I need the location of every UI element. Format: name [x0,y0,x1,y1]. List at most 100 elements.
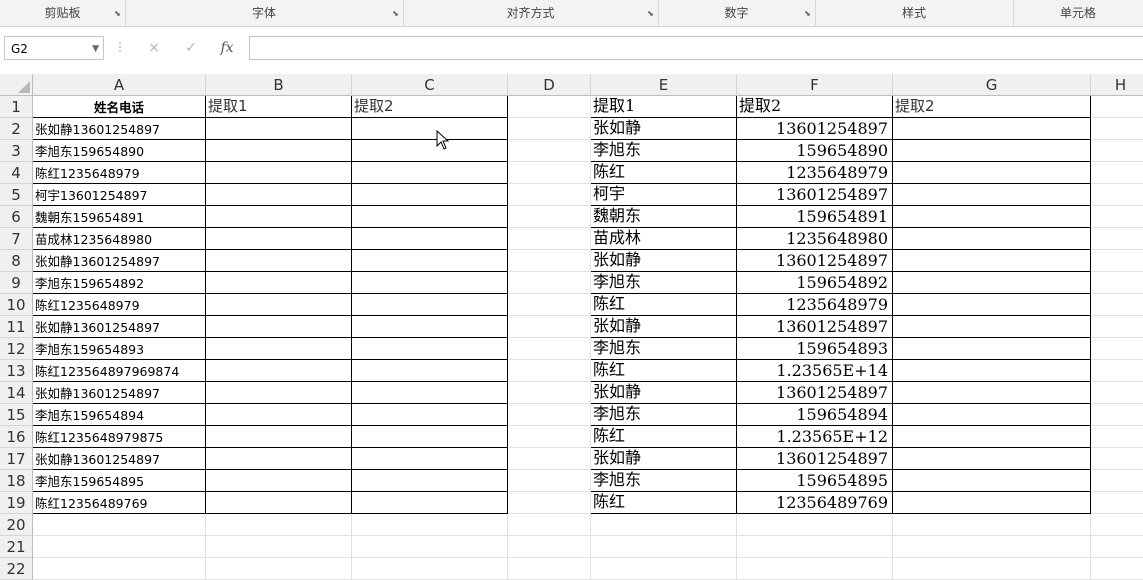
cell-e20[interactable] [591,514,737,536]
cell-c7[interactable] [352,228,508,250]
cell-a4[interactable]: 陈红1235648979 [33,162,206,184]
cell-b2[interactable] [206,118,352,140]
cell-f14[interactable]: 13601254897 [737,382,893,404]
cell-h6[interactable] [1091,206,1143,228]
cell-g18[interactable] [893,470,1091,492]
cell-d3[interactable] [508,140,591,162]
cell-c9[interactable] [352,272,508,294]
chevron-down-icon[interactable]: ▼ [92,37,99,61]
select-all-button[interactable] [0,74,33,96]
cell-b13[interactable] [206,360,352,382]
cell-c2[interactable] [352,118,508,140]
cell-h3[interactable] [1091,140,1143,162]
cell-c22[interactable] [352,558,508,580]
cell-d2[interactable] [508,118,591,140]
cell-b12[interactable] [206,338,352,360]
cell-a1[interactable]: 姓名电话 [33,96,206,118]
cell-a17[interactable]: 张如静13601254897 [33,448,206,470]
cell-d10[interactable] [508,294,591,316]
cell-b5[interactable] [206,184,352,206]
cell-h16[interactable] [1091,426,1143,448]
cell-d13[interactable] [508,360,591,382]
cell-c3[interactable] [352,140,508,162]
cell-d16[interactable] [508,426,591,448]
cell-c14[interactable] [352,382,508,404]
cell-c12[interactable] [352,338,508,360]
cell-f1[interactable]: 提取2 [737,96,893,118]
cell-g10[interactable] [893,294,1091,316]
cell-f20[interactable] [737,514,893,536]
cell-g12[interactable] [893,338,1091,360]
cell-g16[interactable] [893,426,1091,448]
cell-h11[interactable] [1091,316,1143,338]
row-header[interactable]: 19 [0,492,33,514]
dialog-launcher-icon[interactable]: ⬊ [391,9,400,18]
row-header[interactable]: 9 [0,272,33,294]
cell-c4[interactable] [352,162,508,184]
cell-b22[interactable] [206,558,352,580]
cell-b8[interactable] [206,250,352,272]
cell-f12[interactable]: 159654893 [737,338,893,360]
cancel-icon[interactable]: × [143,38,165,58]
cell-c8[interactable] [352,250,508,272]
cell-d17[interactable] [508,448,591,470]
cell-c15[interactable] [352,404,508,426]
cell-d22[interactable] [508,558,591,580]
cell-f6[interactable]: 159654891 [737,206,893,228]
cell-g4[interactable] [893,162,1091,184]
cell-h10[interactable] [1091,294,1143,316]
row-header[interactable]: 16 [0,426,33,448]
cell-h13[interactable] [1091,360,1143,382]
cell-b1[interactable]: 提取1 [206,96,352,118]
cell-f9[interactable]: 159654892 [737,272,893,294]
row-header[interactable]: 10 [0,294,33,316]
row-header[interactable]: 22 [0,558,33,580]
cell-a15[interactable]: 李旭东159654894 [33,404,206,426]
cell-g19[interactable] [893,492,1091,514]
cell-d8[interactable] [508,250,591,272]
cell-d21[interactable] [508,536,591,558]
cell-a13[interactable]: 陈红123564897969874 [33,360,206,382]
column-header-c[interactable]: C [352,74,508,96]
cell-b21[interactable] [206,536,352,558]
cell-h17[interactable] [1091,448,1143,470]
cell-g9[interactable] [893,272,1091,294]
cell-f21[interactable] [737,536,893,558]
row-header[interactable]: 2 [0,118,33,140]
cell-d14[interactable] [508,382,591,404]
row-header[interactable]: 15 [0,404,33,426]
row-header[interactable]: 7 [0,228,33,250]
cell-a22[interactable] [33,558,206,580]
cell-e22[interactable] [591,558,737,580]
cell-b7[interactable] [206,228,352,250]
cell-b11[interactable] [206,316,352,338]
cell-g21[interactable] [893,536,1091,558]
cell-g22[interactable] [893,558,1091,580]
cell-c21[interactable] [352,536,508,558]
cell-a2[interactable]: 张如静13601254897 [33,118,206,140]
cell-h20[interactable] [1091,514,1143,536]
formula-input[interactable] [249,36,1143,60]
cell-e19[interactable]: 陈红 [591,492,737,514]
cell-c11[interactable] [352,316,508,338]
cell-h5[interactable] [1091,184,1143,206]
cell-a14[interactable]: 张如静13601254897 [33,382,206,404]
cell-d6[interactable] [508,206,591,228]
cell-c18[interactable] [352,470,508,492]
cell-b3[interactable] [206,140,352,162]
cell-d20[interactable] [508,514,591,536]
cell-g7[interactable] [893,228,1091,250]
cell-d5[interactable] [508,184,591,206]
cell-g8[interactable] [893,250,1091,272]
cell-h22[interactable] [1091,558,1143,580]
cell-a21[interactable] [33,536,206,558]
cell-d18[interactable] [508,470,591,492]
cell-d15[interactable] [508,404,591,426]
cell-b14[interactable] [206,382,352,404]
row-header[interactable]: 11 [0,316,33,338]
cell-f19[interactable]: 12356489769 [737,492,893,514]
cell-h2[interactable] [1091,118,1143,140]
cell-g6[interactable] [893,206,1091,228]
cell-g2[interactable] [893,118,1091,140]
row-header[interactable]: 5 [0,184,33,206]
